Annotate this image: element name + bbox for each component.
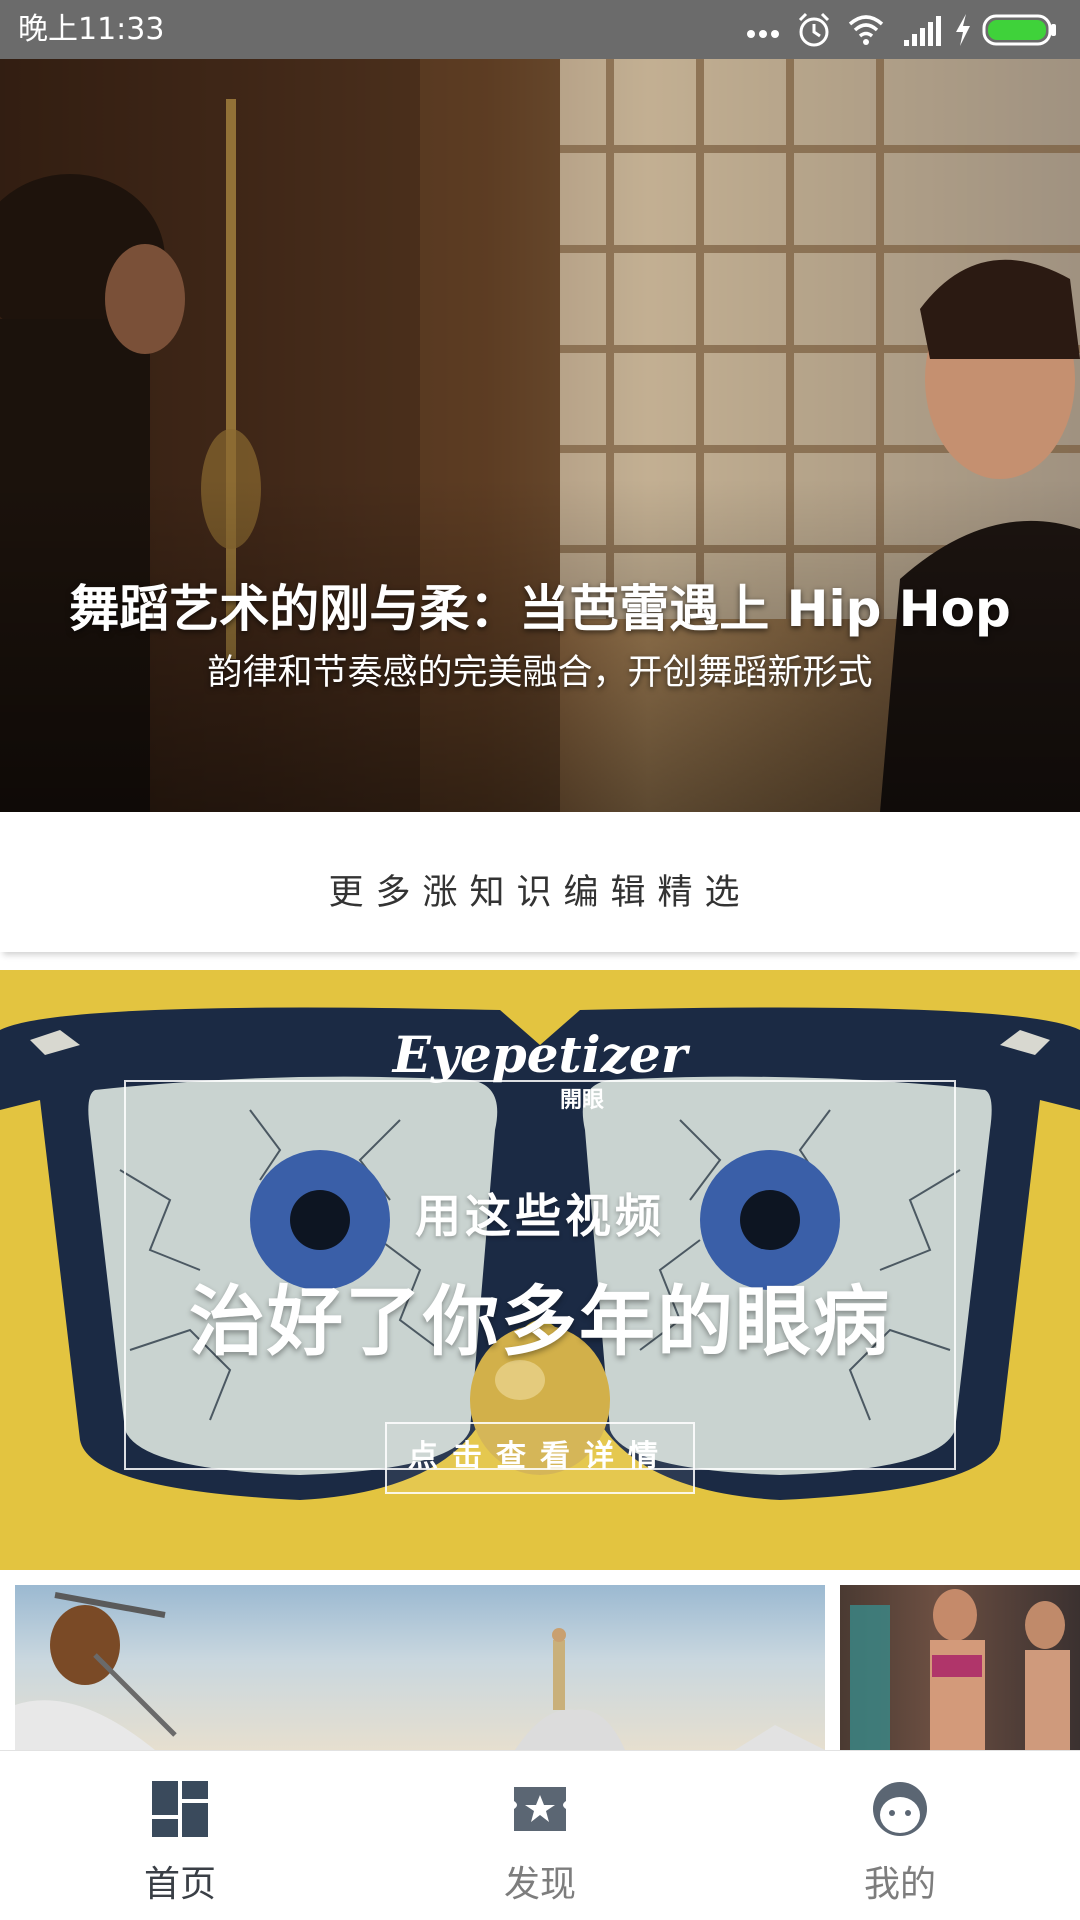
app-screen: 晚上11:33 舞蹈艺术的刚与柔：当芭蕾遇上 Hip Hop 韵律和节奏感的完美… bbox=[0, 0, 1080, 1920]
promo-brand-sub: 開眼 bbox=[560, 1088, 605, 1113]
hero-image bbox=[0, 59, 1080, 812]
promo-title: 治好了你多年的眼病 bbox=[189, 1277, 891, 1366]
promo-brand-logo: Eyepetizer bbox=[392, 1025, 688, 1084]
view-details-button[interactable]: 点击查看详情 bbox=[385, 1422, 695, 1494]
more-editor-picks-label: 更多涨知识编辑精选 bbox=[328, 873, 752, 913]
status-icons bbox=[746, 10, 1066, 50]
thumbnail-image bbox=[850, 1589, 1070, 1750]
signal-icon bbox=[904, 16, 941, 46]
alarm-icon bbox=[798, 12, 830, 47]
promo-banner[interactable]: Eyepetizer 開眼 用这些视频 治好了你多年的眼病 点击查看详情 bbox=[0, 970, 1080, 1570]
tab-mine-label: 我的 bbox=[863, 1864, 936, 1905]
video-thumbnail-row bbox=[0, 1570, 1080, 1750]
battery-icon bbox=[982, 14, 1056, 46]
tab-home-label: 首页 bbox=[143, 1864, 216, 1905]
video-thumbnail[interactable] bbox=[15, 1585, 825, 1750]
thumbnail-image bbox=[15, 1592, 825, 1750]
wifi-icon bbox=[848, 15, 884, 45]
status-bar: 晚上11:33 bbox=[0, 0, 1080, 59]
hero-title: 舞蹈艺术的刚与柔：当芭蕾遇上 Hip Hop bbox=[69, 580, 1011, 638]
hero-subtitle: 韵律和节奏感的完美融合，开创舞蹈新形式 bbox=[207, 653, 873, 693]
face-icon bbox=[873, 1782, 927, 1836]
more-editor-picks-button[interactable]: 更多涨知识编辑精选 bbox=[0, 812, 1080, 952]
tab-mine[interactable]: 我的 bbox=[720, 1751, 1080, 1920]
featured-video-card[interactable]: 舞蹈艺术的刚与柔：当芭蕾遇上 Hip Hop 韵律和节奏感的完美融合，开创舞蹈新… bbox=[0, 59, 1080, 812]
promo-heading: 用这些视频 bbox=[415, 1189, 665, 1243]
tab-home[interactable]: 首页 bbox=[0, 1751, 360, 1920]
video-thumbnail[interactable] bbox=[840, 1585, 1080, 1750]
charging-icon bbox=[956, 14, 970, 46]
home-grid-icon bbox=[152, 1781, 208, 1837]
bottom-navigation: 首页 发现 我的 bbox=[0, 1750, 1080, 1920]
star-ticket-icon bbox=[514, 1787, 566, 1831]
more-dots-icon bbox=[747, 30, 779, 38]
status-time: 晚上11:33 bbox=[18, 12, 165, 47]
tab-discover-label: 发现 bbox=[503, 1864, 576, 1905]
tab-discover[interactable]: 发现 bbox=[360, 1751, 720, 1920]
